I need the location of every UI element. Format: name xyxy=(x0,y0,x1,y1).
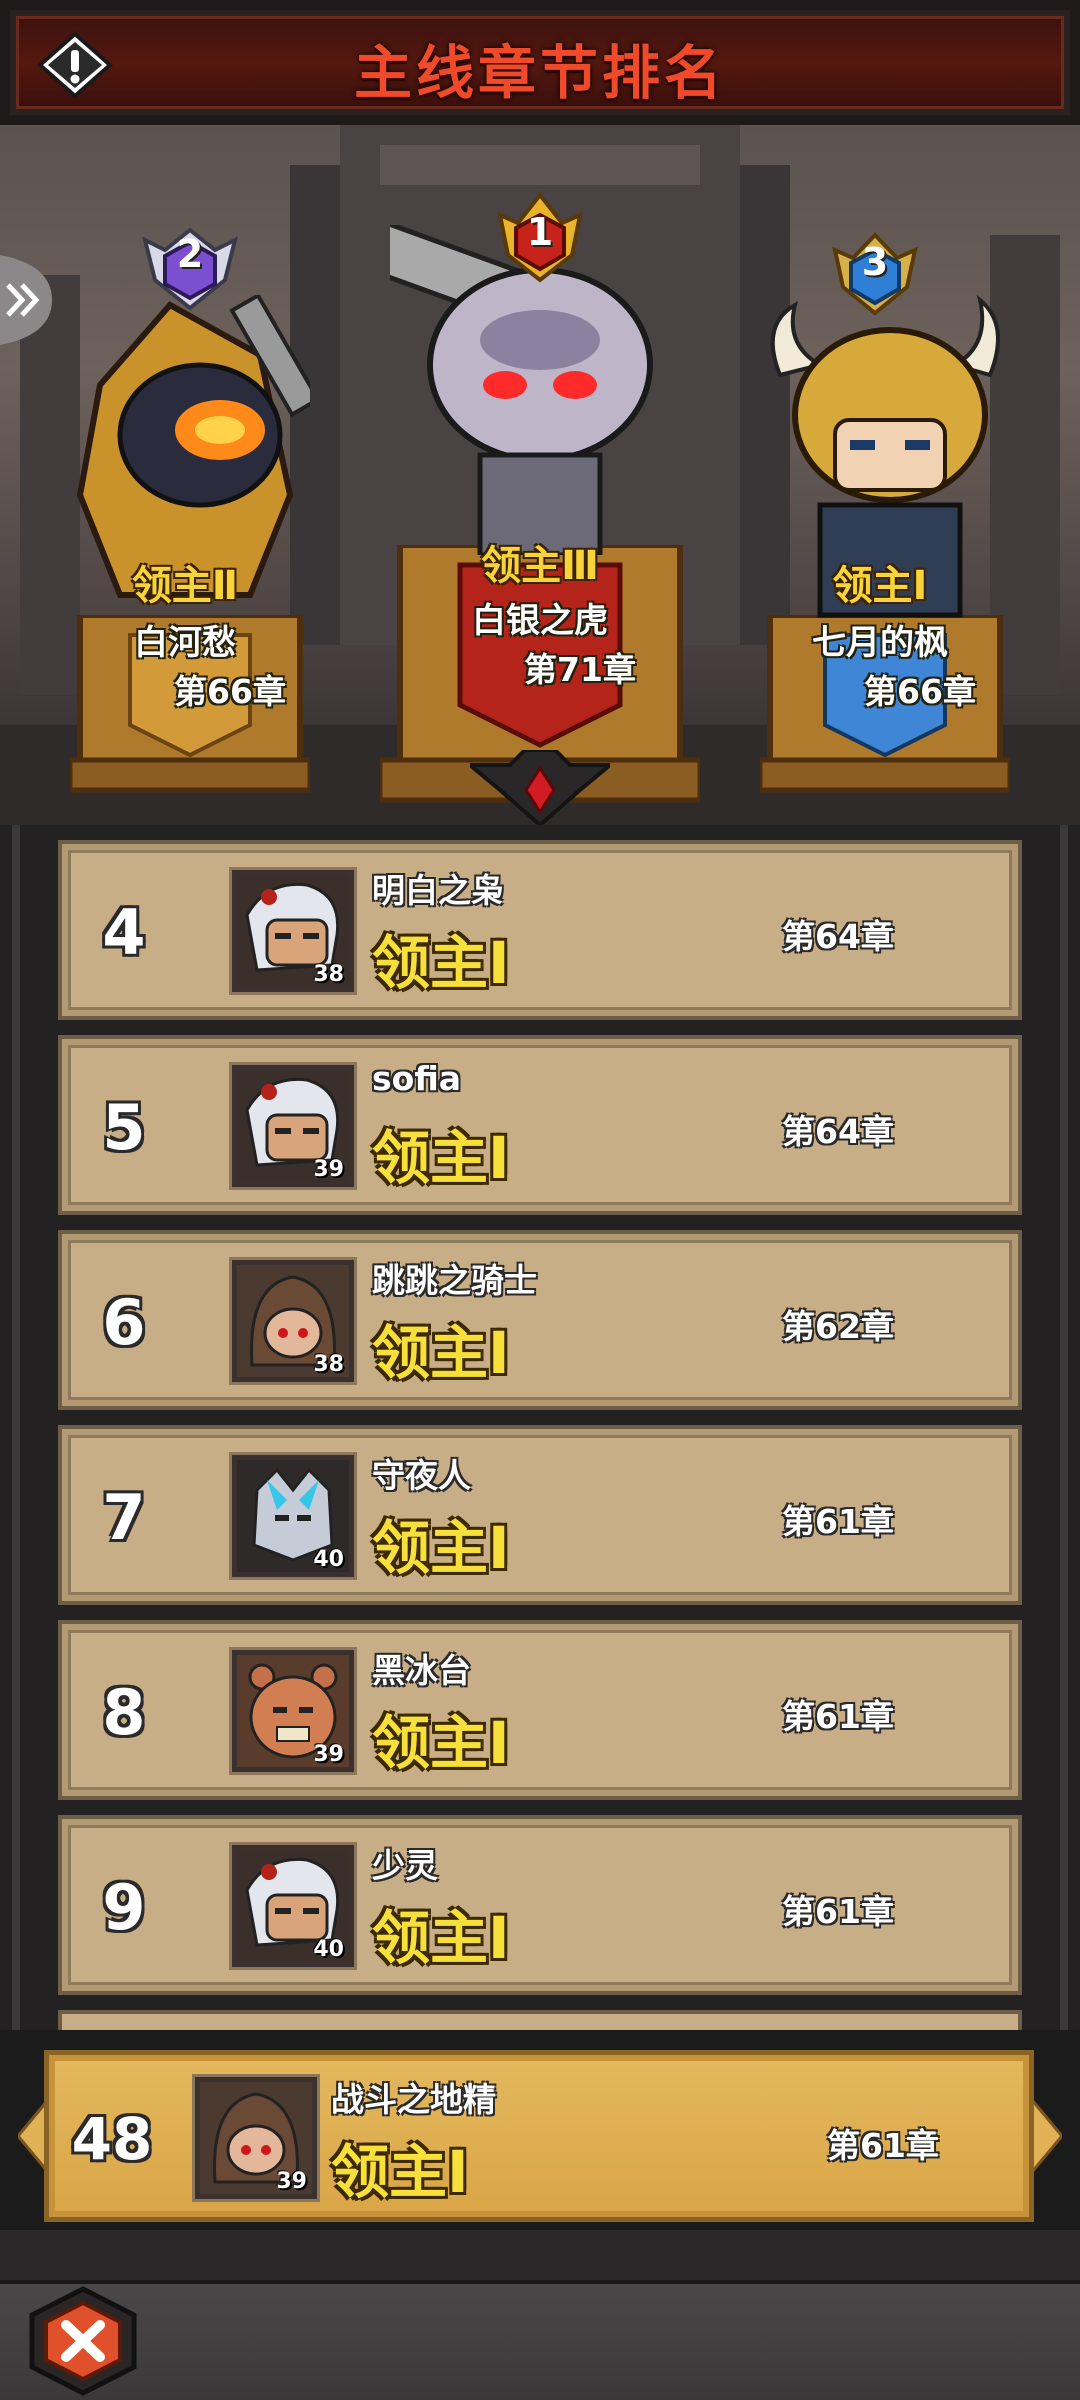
chapter-progress: 第64章 xyxy=(782,1112,894,1151)
bottom-strip xyxy=(0,2280,1080,2400)
avatar-level: 40 xyxy=(313,1937,344,1962)
player-name: 明白之枭 xyxy=(372,871,504,910)
avatar[interactable]: 39 xyxy=(232,1650,354,1772)
next-row-peek xyxy=(58,2010,1022,2030)
double-chevron-right-icon xyxy=(0,255,52,345)
header: 主线章节排名 xyxy=(0,0,1080,125)
player-title: 领主Ⅰ xyxy=(372,1124,510,1192)
avatar-level: 38 xyxy=(313,962,344,987)
self-row-right-arrow-icon xyxy=(1032,2100,1062,2172)
ranking-list[interactable]: 4 38 明白之枭 领主Ⅰ 第64章 5 39 sofia 领主Ⅰ 第64章 6… xyxy=(0,825,1080,2030)
my-ranking-row[interactable]: 48 39 战斗之地精 领主Ⅰ 第61章 xyxy=(44,2050,1034,2222)
ranking-row[interactable]: 6 38 跳跳之骑士 领主Ⅰ 第62章 xyxy=(58,1230,1022,1410)
rank-badge-1-number: 1 xyxy=(526,210,554,254)
avatar[interactable]: 40 xyxy=(232,1455,354,1577)
my-rank-number: 48 xyxy=(71,2105,153,2173)
podium-3-chapter: 第66章 xyxy=(864,672,976,711)
podium-1-chapter: 第71章 xyxy=(524,650,636,689)
chapter-progress: 第61章 xyxy=(782,1697,894,1736)
rank-number: 5 xyxy=(102,1091,146,1164)
close-x-icon xyxy=(29,2286,137,2396)
rank-number: 7 xyxy=(102,1481,146,1554)
bottom-bar xyxy=(0,2230,1080,2400)
chapter-progress: 第61章 xyxy=(782,1892,894,1931)
player-name: 守夜人 xyxy=(372,1456,471,1495)
player-title: 领主Ⅰ xyxy=(372,1514,510,1582)
player-title: 领主Ⅰ xyxy=(372,1904,510,1972)
avatar-level: 39 xyxy=(313,1742,344,1767)
avatar-level: 39 xyxy=(276,2169,307,2194)
avatar[interactable]: 39 xyxy=(232,1065,354,1187)
temple-roof xyxy=(380,145,700,185)
podium-scene: 领主Ⅱ 白河愁 第66章 2 1 领主Ⅲ 白银之虎 第71章 3 领主Ⅰ 七月的… xyxy=(0,125,1080,825)
avatar-level: 39 xyxy=(313,1157,344,1182)
chapter-progress: 第64章 xyxy=(782,917,894,956)
podium-3-name: 七月的枫 xyxy=(812,623,948,663)
rank-number: 6 xyxy=(102,1286,146,1359)
avatar-level: 40 xyxy=(313,1547,344,1572)
podium-3-title: 领主Ⅰ xyxy=(832,563,928,609)
my-player-title: 领主Ⅰ xyxy=(331,2138,469,2206)
player-name: 跳跳之骑士 xyxy=(372,1261,537,1300)
side-expand-button[interactable] xyxy=(0,255,52,345)
ranking-row[interactable]: 9 40 少灵 领主Ⅰ 第61章 xyxy=(58,1815,1022,1995)
my-player-name: 战斗之地精 xyxy=(331,2080,496,2119)
red-gem-ornament xyxy=(470,750,610,825)
podium-2-chapter: 第66章 xyxy=(174,672,286,711)
close-button[interactable] xyxy=(22,2285,144,2397)
podium-2-name: 白河愁 xyxy=(134,623,236,663)
avatar[interactable]: 38 xyxy=(232,870,354,992)
player-name: sofia xyxy=(372,1059,462,1098)
my-avatar[interactable]: 39 xyxy=(195,2077,317,2199)
ranking-row[interactable]: 8 39 黑冰台 领主Ⅰ 第61章 xyxy=(58,1620,1022,1800)
rank-badge-2-number: 2 xyxy=(176,232,204,276)
player-title: 领主Ⅰ xyxy=(372,929,510,997)
avatar[interactable]: 38 xyxy=(232,1260,354,1382)
player-name: 少灵 xyxy=(372,1846,438,1885)
avatar[interactable]: 40 xyxy=(232,1845,354,1967)
ranking-row[interactable]: 5 39 sofia 领主Ⅰ 第64章 xyxy=(58,1035,1022,1215)
ranking-row[interactable]: 7 40 守夜人 领主Ⅰ 第61章 xyxy=(58,1425,1022,1605)
rank-badge-3-number: 3 xyxy=(861,240,889,284)
player-title: 领主Ⅰ xyxy=(372,1709,510,1777)
my-chapter-progress: 第61章 xyxy=(827,2126,939,2165)
avatar-level: 38 xyxy=(313,1352,344,1377)
podium-1-name: 白银之虎 xyxy=(472,601,608,641)
chapter-progress: 第62章 xyxy=(782,1307,894,1346)
chapter-progress: 第61章 xyxy=(782,1502,894,1541)
rank-number: 8 xyxy=(102,1676,146,1749)
player-title: 领主Ⅰ xyxy=(372,1319,510,1387)
podium-2-title: 领主Ⅱ xyxy=(131,563,239,609)
rank-number: 4 xyxy=(102,896,146,969)
rank-number: 9 xyxy=(102,1871,146,1944)
player-name: 黑冰台 xyxy=(372,1651,471,1690)
ranking-row[interactable]: 4 38 明白之枭 领主Ⅰ 第64章 xyxy=(58,840,1022,1020)
podium-1-title: 领主Ⅲ xyxy=(481,543,599,589)
page-title: 主线章节排名 xyxy=(353,39,726,107)
